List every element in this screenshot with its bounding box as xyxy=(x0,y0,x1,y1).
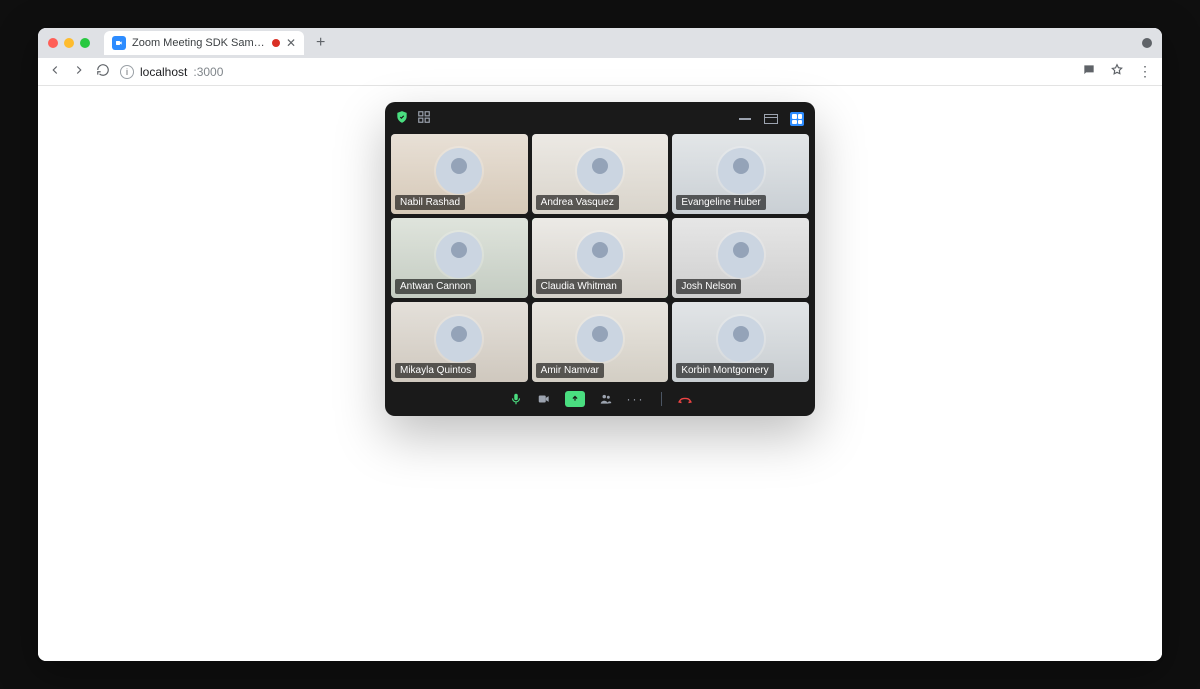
participant-tile[interactable]: Mikayla Quintos xyxy=(391,302,528,382)
gallery-view-button[interactable] xyxy=(789,113,805,125)
participant-name: Antwan Cannon xyxy=(395,279,476,294)
browser-tab[interactable]: Zoom Meeting SDK Sample ✕ xyxy=(104,31,304,55)
participant-name: Evangeline Huber xyxy=(676,195,766,210)
participant-tile[interactable]: Antwan Cannon xyxy=(391,218,528,298)
zoom-favicon xyxy=(112,36,126,50)
participant-name: Korbin Montgomery xyxy=(676,363,773,378)
browser-menu-button[interactable]: ⋮ xyxy=(1138,63,1152,80)
window-maximize-button[interactable] xyxy=(80,38,90,48)
widget-minimize-button[interactable] xyxy=(737,113,753,125)
site-info-icon[interactable]: i xyxy=(120,65,134,79)
account-avatar[interactable] xyxy=(1142,38,1152,48)
participants-button[interactable] xyxy=(599,392,613,406)
browser-window: Zoom Meeting SDK Sample ✕ + i localhost:… xyxy=(38,28,1162,661)
browser-toolbar: i localhost :3000 ⋮ xyxy=(38,58,1162,86)
participant-tile-active-speaker[interactable]: Claudia Whitman xyxy=(532,218,669,298)
new-tab-button[interactable]: + xyxy=(310,34,331,52)
more-options-button[interactable]: ··· xyxy=(627,392,645,406)
participant-name: Nabil Rashad xyxy=(395,195,465,210)
forward-button[interactable] xyxy=(72,63,86,80)
participant-tile[interactable]: Amir Namvar xyxy=(532,302,669,382)
participant-name: Claudia Whitman xyxy=(536,279,622,294)
tab-close-button[interactable]: ✕ xyxy=(286,37,296,49)
window-minimize-button[interactable] xyxy=(64,38,74,48)
browser-tab-title: Zoom Meeting SDK Sample xyxy=(132,37,266,49)
reload-button[interactable] xyxy=(96,63,110,80)
back-button[interactable] xyxy=(48,63,62,80)
audio-indicator-icon xyxy=(272,39,280,47)
encryption-shield-icon[interactable] xyxy=(395,110,409,129)
gallery-options-icon[interactable] xyxy=(417,110,431,129)
window-close-button[interactable] xyxy=(48,38,58,48)
address-bar[interactable]: i localhost :3000 xyxy=(120,65,223,79)
chat-extension-icon[interactable] xyxy=(1082,63,1096,80)
start-video-button[interactable] xyxy=(537,392,551,406)
share-screen-button[interactable] xyxy=(565,391,585,407)
participant-tile[interactable]: Andrea Vasquez xyxy=(532,134,669,214)
widget-header xyxy=(391,108,809,130)
page-content: Nabil Rashad Andrea Vasquez Evangeline H… xyxy=(38,86,1162,661)
window-controls xyxy=(48,38,90,48)
controls-divider xyxy=(661,392,662,406)
meeting-controls: ··· xyxy=(391,386,809,410)
participant-name: Amir Namvar xyxy=(536,363,604,378)
mute-audio-button[interactable] xyxy=(509,392,523,406)
participants-grid: Nabil Rashad Andrea Vasquez Evangeline H… xyxy=(391,134,809,382)
participant-name: Josh Nelson xyxy=(676,279,741,294)
participant-tile[interactable]: Korbin Montgomery xyxy=(672,302,809,382)
zoom-meeting-widget: Nabil Rashad Andrea Vasquez Evangeline H… xyxy=(385,102,815,416)
speaker-view-button[interactable] xyxy=(763,113,779,125)
url-port: :3000 xyxy=(193,65,223,79)
participant-name: Andrea Vasquez xyxy=(536,195,619,210)
participant-tile[interactable]: Josh Nelson xyxy=(672,218,809,298)
browser-tab-strip: Zoom Meeting SDK Sample ✕ + xyxy=(38,28,1162,58)
participant-tile[interactable]: Nabil Rashad xyxy=(391,134,528,214)
url-host: localhost xyxy=(140,65,187,79)
participant-tile[interactable]: Evangeline Huber xyxy=(672,134,809,214)
bookmark-star-icon[interactable] xyxy=(1110,63,1124,80)
participant-name: Mikayla Quintos xyxy=(395,363,476,378)
leave-meeting-button[interactable] xyxy=(678,392,692,406)
